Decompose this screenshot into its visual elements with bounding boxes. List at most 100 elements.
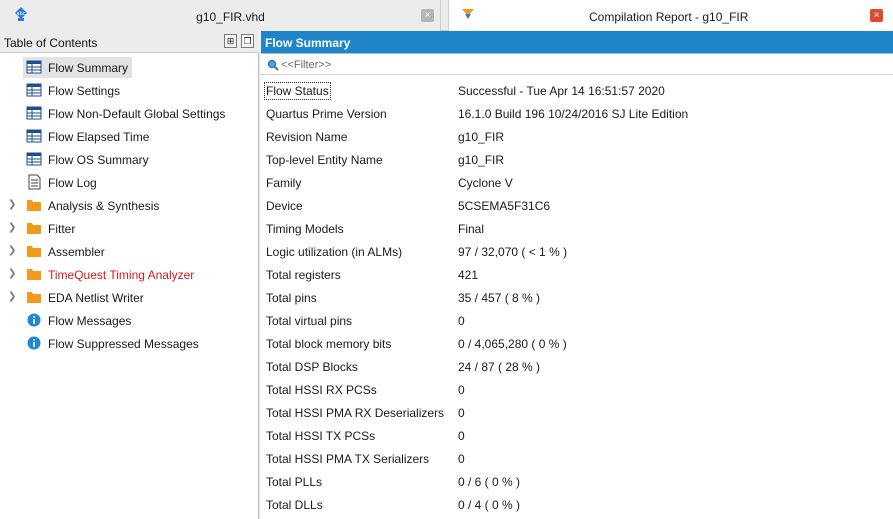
table-row[interactable]: Quartus Prime Version 16.1.0 Build 196 10… <box>261 102 893 125</box>
toc-item[interactable]: Flow Log <box>0 171 258 194</box>
summary-table: Flow Status Successful - Tue Apr 14 16:51… <box>261 79 893 516</box>
row-key: Device <box>266 199 303 213</box>
row-key: Total registers <box>266 268 341 282</box>
tab-compilation-report[interactable]: Compilation Report - g10_FIR × <box>448 0 893 31</box>
folder-icon <box>27 269 41 280</box>
row-key: Timing Models <box>266 222 344 236</box>
table-row[interactable]: Top-level Entity Name g10_FIR <box>261 148 893 171</box>
expand-arrow-icon[interactable]: ❯ <box>8 199 16 210</box>
table-row[interactable]: Total block memory bits 0 / 4,065,280 ( 0… <box>261 332 893 355</box>
row-value: 0 <box>458 429 465 443</box>
toc-item[interactable]: Flow OS Summary <box>0 148 258 171</box>
table-icon <box>26 129 42 143</box>
folder-icon <box>27 246 41 257</box>
table-of-contents-panel: Table of Contents ⊞ ❐ Flow Summary Flow S… <box>0 31 259 519</box>
expand-arrow-icon[interactable]: ❯ <box>8 245 16 256</box>
table-row[interactable]: Revision Name g10_FIR <box>261 125 893 148</box>
row-value: g10_FIR <box>458 153 505 167</box>
toc-item-label: Analysis & Synthesis <box>48 199 160 213</box>
expand-arrow-icon[interactable]: ❯ <box>8 222 16 233</box>
table-row[interactable]: Total DLLs 0 / 4 ( 0 % ) <box>261 493 893 516</box>
toc-item-label: Flow Summary <box>48 61 129 75</box>
row-value: Cyclone V <box>458 176 513 190</box>
pin-panel-button[interactable]: ⊞ <box>224 34 237 48</box>
row-value: 421 <box>458 268 479 282</box>
table-icon <box>26 152 42 166</box>
toc-item-label: EDA Netlist Writer <box>48 291 144 305</box>
filter-input[interactable] <box>281 56 681 73</box>
row-key: Logic utilization (in ALMs) <box>266 245 403 259</box>
table-row[interactable]: Device 5CSEMA5F31C6 <box>261 194 893 217</box>
row-key: Flow Status <box>264 82 331 100</box>
info-icon <box>27 313 41 327</box>
table-icon <box>26 60 42 74</box>
close-tab-button[interactable]: × <box>870 9 883 22</box>
table-row[interactable]: Total DSP Blocks 24 / 87 ( 28 % ) <box>261 355 893 378</box>
search-icon <box>267 59 279 71</box>
toc-item-label: Flow Log <box>48 176 97 190</box>
row-value: Successful - Tue Apr 14 16:51:57 2020 <box>458 84 665 98</box>
row-key: Family <box>266 176 302 190</box>
table-row[interactable]: Total HSSI PMA RX Deserializers 0 <box>261 401 893 424</box>
toc-item[interactable]: ❯ EDA Netlist Writer <box>0 286 258 309</box>
toc-item-label: Flow Settings <box>48 84 121 98</box>
toc-header: Table of Contents ⊞ ❐ <box>0 31 259 53</box>
toc-item-label: Flow Non-Default Global Settings <box>48 107 226 121</box>
table-icon <box>26 83 42 97</box>
flow-summary-report: Flow Summary Flow Status Successful - Tue… <box>261 31 893 519</box>
expand-arrow-icon[interactable]: ❯ <box>8 268 16 279</box>
row-value: 24 / 87 ( 28 % ) <box>458 360 541 374</box>
tab-vhd-file[interactable]: abc g10_FIR.vhd × <box>0 0 441 31</box>
folder-icon <box>27 223 41 234</box>
toc-item[interactable]: ❯ Fitter <box>0 217 258 240</box>
tab-title: Compilation Report - g10_FIR <box>589 10 749 24</box>
row-key: Total HSSI TX PCSs <box>266 429 376 443</box>
toc-item[interactable]: Flow Elapsed Time <box>0 125 258 148</box>
tab-title: g10_FIR.vhd <box>196 10 265 24</box>
table-row[interactable]: Total PLLs 0 / 6 ( 0 % ) <box>261 470 893 493</box>
report-title: Flow Summary <box>261 31 893 53</box>
toc-item-label: Flow Suppressed Messages <box>48 337 199 351</box>
row-key: Total virtual pins <box>266 314 353 328</box>
toc-item[interactable]: Flow Summary <box>0 56 258 79</box>
table-row[interactable]: Timing Models Final <box>261 217 893 240</box>
expand-arrow-icon[interactable]: ❯ <box>8 291 16 302</box>
toc-tree: Flow Summary Flow Settings Flow Non-Defaul… <box>0 56 258 355</box>
toc-item[interactable]: ❯ TimeQuest Timing Analyzer <box>0 263 258 286</box>
document-icon <box>28 174 41 190</box>
toc-item[interactable]: ❯ Analysis & Synthesis <box>0 194 258 217</box>
toc-item[interactable]: Flow Settings <box>0 79 258 102</box>
toc-item-label: Assembler <box>48 245 105 259</box>
row-value: 0 / 4,065,280 ( 0 % ) <box>458 337 567 351</box>
row-key: Top-level Entity Name <box>266 153 383 167</box>
toc-item-label: TimeQuest Timing Analyzer <box>48 268 195 282</box>
table-row[interactable]: Total pins 35 / 457 ( 8 % ) <box>261 286 893 309</box>
toc-item[interactable]: Flow Non-Default Global Settings <box>0 102 258 125</box>
table-row[interactable]: Total HSSI TX PCSs 0 <box>261 424 893 447</box>
table-row[interactable]: Total HSSI PMA TX Serializers 0 <box>261 447 893 470</box>
table-row[interactable]: Flow Status Successful - Tue Apr 14 16:51… <box>261 79 893 102</box>
table-row[interactable]: Logic utilization (in ALMs) 97 / 32,070 (… <box>261 240 893 263</box>
table-row[interactable]: Total virtual pins 0 <box>261 309 893 332</box>
folder-icon <box>27 200 41 211</box>
toc-item[interactable]: Flow Messages <box>0 309 258 332</box>
row-key: Total HSSI RX PCSs <box>266 383 377 397</box>
row-key: Total pins <box>266 291 317 305</box>
toc-title: Table of Contents <box>4 36 98 50</box>
row-value: 97 / 32,070 ( < 1 % ) <box>458 245 568 259</box>
row-value: 0 / 6 ( 0 % ) <box>458 475 521 489</box>
info-icon <box>27 336 41 350</box>
float-panel-button[interactable]: ❐ <box>241 34 254 48</box>
row-value: 5CSEMA5F31C6 <box>458 199 551 213</box>
row-key: Quartus Prime Version <box>266 107 387 121</box>
row-key: Total PLLs <box>266 475 323 489</box>
close-tab-button[interactable]: × <box>421 9 434 22</box>
toc-item[interactable]: Flow Suppressed Messages <box>0 332 258 355</box>
table-row[interactable]: Family Cyclone V <box>261 171 893 194</box>
table-row[interactable]: Total HSSI RX PCSs 0 <box>261 378 893 401</box>
table-row[interactable]: Total registers 421 <box>261 263 893 286</box>
row-value: 0 <box>458 314 465 328</box>
row-value: 35 / 457 ( 8 % ) <box>458 291 541 305</box>
row-value: Final <box>458 222 485 236</box>
toc-item[interactable]: ❯ Assembler <box>0 240 258 263</box>
